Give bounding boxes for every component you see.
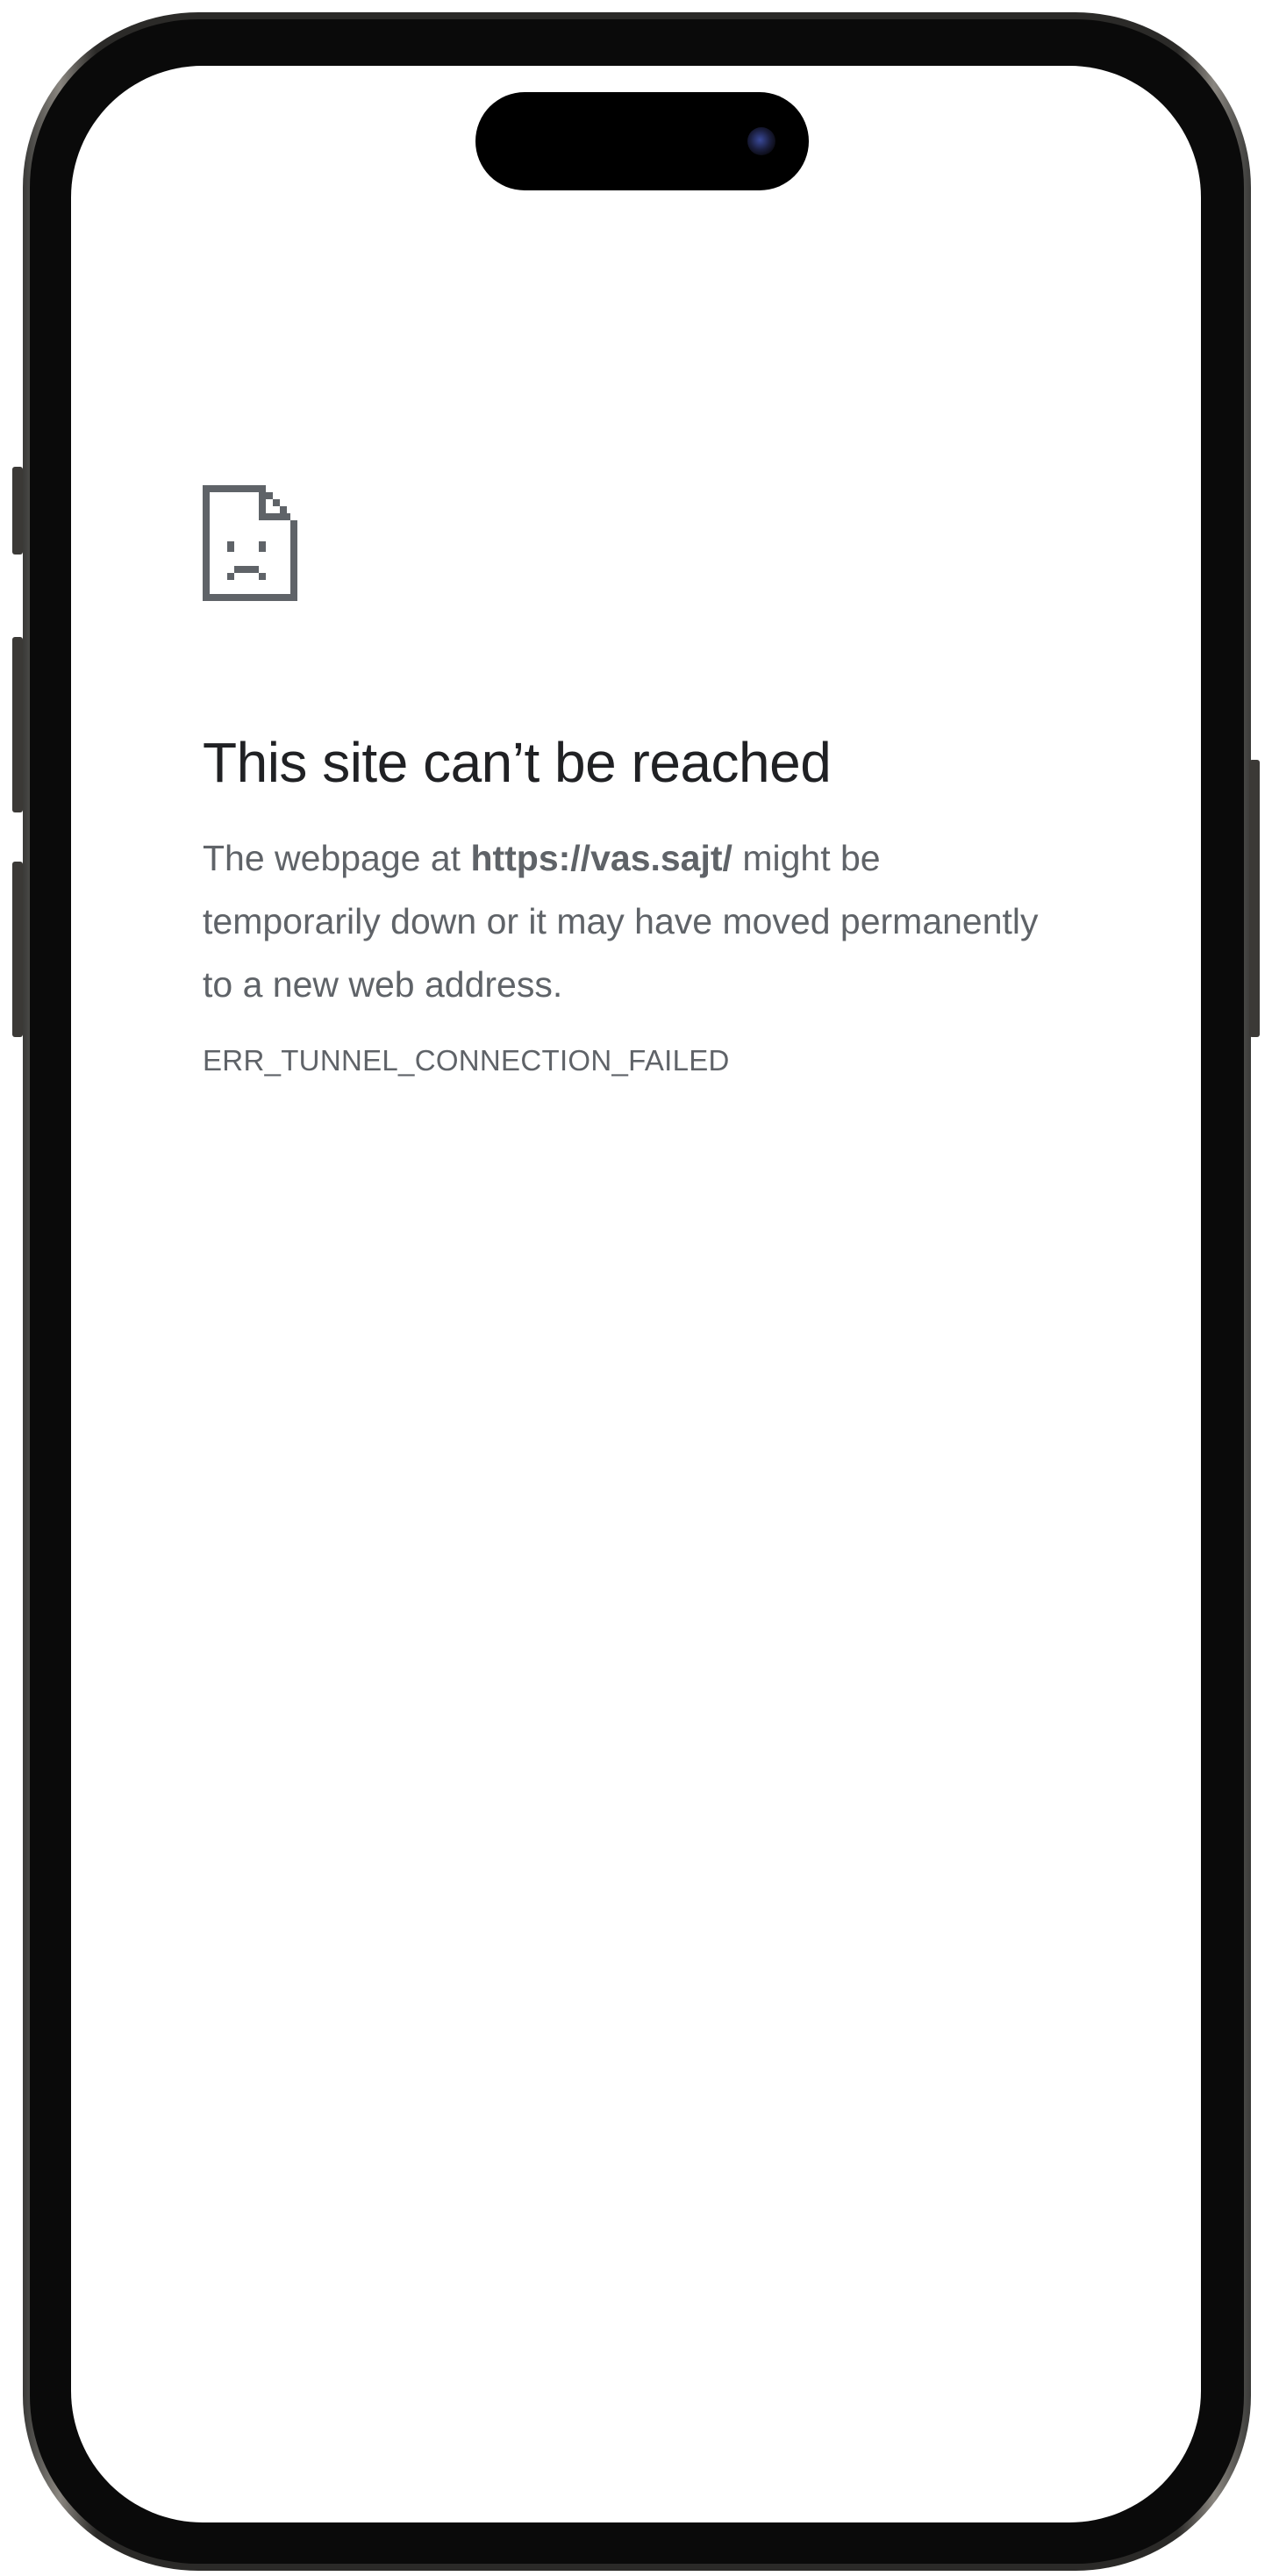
- volume-down-button: [12, 862, 23, 1037]
- message-prefix: The webpage at: [203, 837, 471, 878]
- dynamic-island: [475, 92, 809, 190]
- front-camera-icon: [747, 127, 775, 155]
- error-content: This site can’t be reached The webpage a…: [203, 485, 1080, 1077]
- error-description: The webpage at https://vas.sajt/ might b…: [203, 826, 1045, 1016]
- silent-switch: [12, 467, 23, 555]
- volume-up-button: [12, 637, 23, 812]
- error-code: ERR_TUNNEL_CONNECTION_FAILED: [203, 1043, 730, 1077]
- screen: This site can’t be reached The webpage a…: [71, 66, 1201, 2522]
- page-title: This site can’t be reached: [203, 731, 832, 794]
- power-button: [1249, 760, 1260, 1037]
- error-url: https://vas.sajt/: [470, 837, 732, 878]
- sad-page-icon: [203, 485, 297, 601]
